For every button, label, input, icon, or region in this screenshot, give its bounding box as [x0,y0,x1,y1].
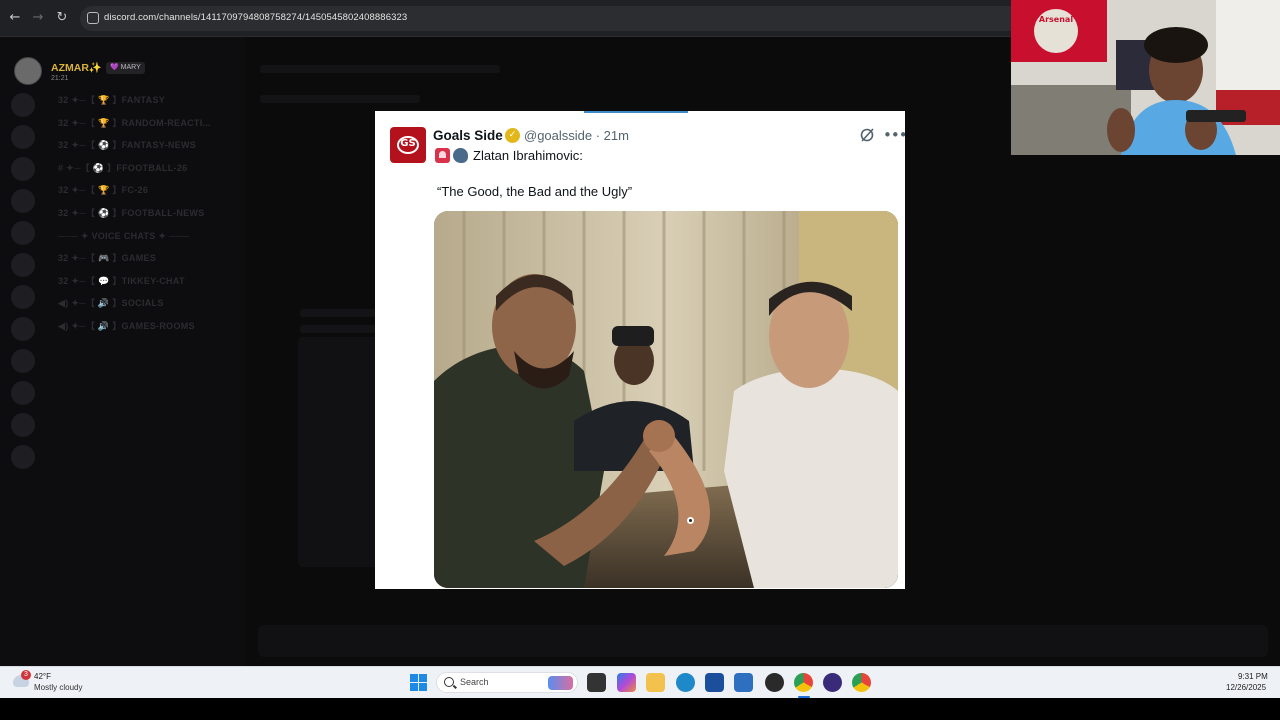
tweet-photo[interactable] [434,211,898,588]
server-icon[interactable] [11,413,35,437]
embedded-message-card [298,337,378,567]
server-icon[interactable] [11,125,35,149]
webcam-overlay: Arsenal [1011,0,1280,155]
tweet-quote: “The Good, the Bad and the Ugly” [437,184,633,199]
copilot-icon[interactable] [617,673,636,692]
more-options-icon[interactable]: ••• [883,126,905,144]
channel-item[interactable]: # ✦─【 ⚽ 】FFOOTBALL-26 [58,157,238,180]
server-icon[interactable] [11,381,35,405]
speaking-head-emoji-icon [453,148,468,163]
profile-tag: 💜 MARY [106,62,145,74]
channel-sidebar: AZMAR✨ 💜 MARY 21:21 32 ✦─【 🏆 】FANTASY 32… [0,37,245,666]
author-handle[interactable]: @goalsside · 21m [524,128,629,143]
verified-badge-icon: ✓ [505,128,520,143]
streamer-webcam-feed: Arsenal [1011,0,1280,155]
server-icon[interactable] [11,189,35,213]
mouse-cursor [687,517,694,524]
obs-icon[interactable] [765,673,784,692]
server-icon[interactable] [11,349,35,373]
channel-list: 32 ✦─【 🏆 】FANTASY 32 ✦─【 🏆 】RANDOM-REACT… [58,89,238,338]
app-icon[interactable] [823,673,842,692]
weather-badge: 3 [21,670,31,680]
author-logo[interactable]: GS [390,127,426,163]
windows-start-icon[interactable] [410,674,427,691]
clock-time[interactable]: 9:31 PM [1238,672,1268,681]
mail-icon[interactable] [734,673,753,692]
edge-browser-icon[interactable] [676,673,695,692]
channel-item[interactable]: 32 ✦─【 🎮 】GAMES [58,247,238,270]
chrome-icon[interactable] [794,673,813,692]
arsenal-flag-text: Arsenal [1039,15,1073,24]
url-text: discord.com/channels/1411709794808758274… [104,12,408,23]
channel-item[interactable]: ◀) ✦─【 🔊 】GAMES-ROOMS [58,315,238,338]
server-list [8,93,38,477]
server-icon[interactable] [11,317,35,341]
taskbar-search[interactable]: Search [436,672,578,693]
chrome-profile-icon[interactable] [852,673,871,692]
server-icon[interactable] [11,253,35,277]
clock-date[interactable]: 12/26/2025 [1226,683,1266,692]
weather-temperature[interactable]: 42°F [34,672,51,681]
profile-name: AZMAR✨ [51,62,102,74]
channel-item[interactable]: 32 ✦─【 🏆 】FC-26 [58,179,238,202]
channel-item[interactable]: 32 ✦─【 🏆 】RANDOM-REACTI... [58,112,238,135]
channel-item[interactable]: ◀) ✦─【 🔊 】SOCIALS [58,292,238,315]
grok-icon[interactable] [859,127,875,143]
search-label: Search [460,677,489,687]
profile-time: 21:21 [51,75,69,82]
task-view-icon[interactable] [587,673,606,692]
search-highlight-icon [548,676,573,690]
siren-emoji-icon [435,148,450,163]
arm-wrestling-photo [434,211,898,588]
site-settings-icon[interactable] [87,12,99,24]
avatar[interactable] [14,57,42,85]
channel-item[interactable]: 32 ✦─【 ⚽ 】FANTASY-NEWS [58,134,238,157]
forward-arrow-icon[interactable]: → [29,9,47,27]
active-app-indicator [798,696,810,698]
search-icon [444,677,454,687]
channel-item[interactable]: 32 ✦─【 🏆 】FANTASY [58,89,238,112]
reload-icon[interactable]: ↻ [53,9,71,27]
windows-taskbar: 3 42°F Mostly cloudy Search 9:31 PM 12/2… [0,666,1280,698]
loading-bar [584,111,688,113]
tweet-text: Zlatan Ibrahimovic: [473,148,583,163]
server-icon[interactable] [11,221,35,245]
channel-header [260,65,500,73]
server-icon[interactable] [11,93,35,117]
logo-text: GS [400,138,416,149]
weather-description[interactable]: Mostly cloudy [34,683,82,692]
channel-category[interactable]: ─── ✦ VOICE CHATS ✦ ─── [58,225,238,248]
file-explorer-icon[interactable] [646,673,665,692]
screen: ← → ↻ discord.com/channels/1411709794808… [0,0,1280,720]
channel-item[interactable]: 32 ✦─【 ⚽ 】FOOTBALL-NEWS [58,202,238,225]
message-line [260,95,420,103]
tweet-preview-modal: GS Goals Side ✓ @goalsside · 21m ••• Zla… [375,111,905,589]
message-composer[interactable] [258,625,1268,657]
server-icon[interactable] [11,157,35,181]
server-icon[interactable] [11,285,35,309]
channel-item[interactable]: 32 ✦─【 💬 】TIKKEY-CHAT [58,270,238,293]
back-arrow-icon[interactable]: ← [6,9,24,27]
author-name[interactable]: Goals Side [433,128,503,143]
store-icon[interactable] [705,673,724,692]
server-icon[interactable] [11,445,35,469]
